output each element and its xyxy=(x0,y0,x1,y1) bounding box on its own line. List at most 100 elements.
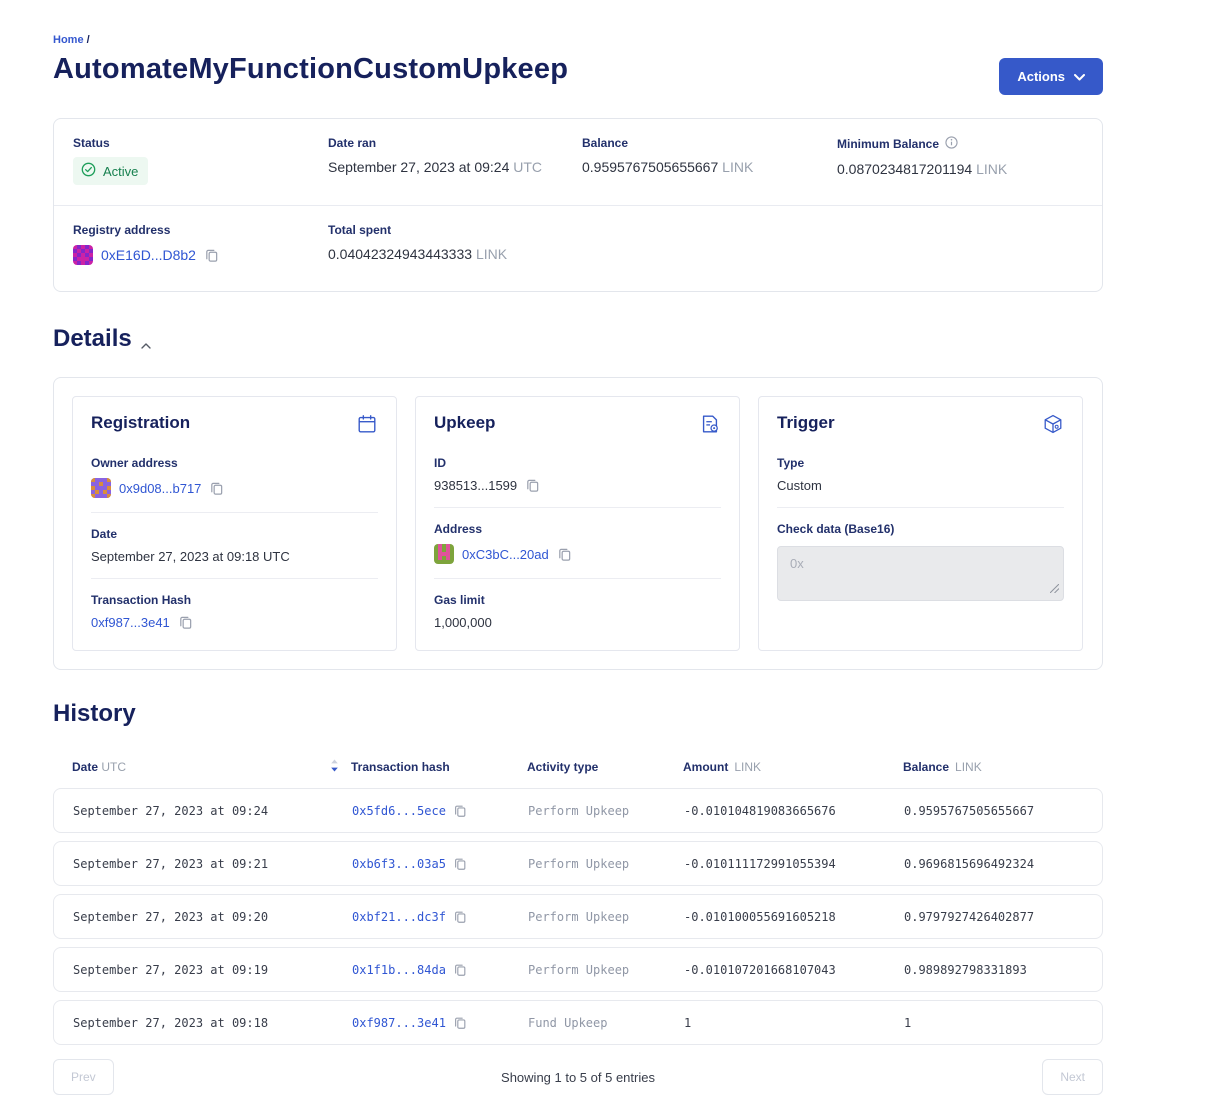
next-button[interactable]: Next xyxy=(1042,1059,1103,1095)
summary-card: Status Active Date ran September 27, 202… xyxy=(53,118,1103,292)
table-row: September 27, 2023 at 09:20 0xbf21...dc3… xyxy=(53,894,1103,939)
prev-button[interactable]: Prev xyxy=(53,1059,114,1095)
column-header-date[interactable]: Date UTC xyxy=(72,759,351,775)
calendar-icon xyxy=(356,413,378,440)
breadcrumb-separator: / xyxy=(87,34,90,46)
registry-address-row: 0xE16D...D8b2 xyxy=(73,245,328,265)
copy-icon[interactable] xyxy=(453,804,467,818)
balance-header-text: Balance xyxy=(903,760,949,774)
row-balance: 0.9797927426402877 xyxy=(904,910,1102,924)
table-row: September 27, 2023 at 09:24 0x5fd6...5ec… xyxy=(53,788,1103,833)
copy-icon[interactable] xyxy=(178,615,193,630)
upkeep-id-value: 938513...1599 xyxy=(434,478,517,493)
upkeep-title: Upkeep xyxy=(434,413,495,433)
copy-icon[interactable] xyxy=(525,478,540,493)
row-activity: Perform Upkeep xyxy=(528,804,684,818)
copy-icon[interactable] xyxy=(453,857,467,871)
owner-address-row: 0x9d08...b717 xyxy=(91,478,378,498)
registry-label: Registry address xyxy=(73,223,328,237)
column-header-amount[interactable]: Amount LINK xyxy=(683,760,903,774)
row-hash-link[interactable]: 0x1f1b...84da xyxy=(352,963,446,977)
min-balance-label-text: Minimum Balance xyxy=(837,137,939,151)
row-balance: 0.989892798331893 xyxy=(904,963,1102,977)
history-heading: History xyxy=(53,700,1103,728)
upkeep-address-label: Address xyxy=(434,522,721,536)
min-balance-value: 0.0870234817201194 LINK xyxy=(837,161,1083,177)
field-divider xyxy=(434,578,721,579)
copy-icon[interactable] xyxy=(557,547,572,562)
row-hash-link[interactable]: 0xbf21...dc3f xyxy=(352,910,446,924)
min-balance-amount: 0.0870234817201194 xyxy=(837,161,972,177)
trigger-type-value: Custom xyxy=(777,478,1064,493)
status-badge: Active xyxy=(73,157,148,185)
registration-card: Registration Owner address 0x9d08...b717… xyxy=(72,396,397,651)
row-activity: Fund Upkeep xyxy=(528,1016,684,1030)
table-row: September 27, 2023 at 09:21 0xb6f3...03a… xyxy=(53,841,1103,886)
registration-date-label: Date xyxy=(91,527,378,541)
copy-icon[interactable] xyxy=(453,963,467,977)
upkeep-blockie-icon xyxy=(434,544,454,564)
owner-blockie-icon xyxy=(91,478,111,498)
row-hash-link[interactable]: 0xb6f3...03a5 xyxy=(352,857,446,871)
row-amount: 1 xyxy=(684,1016,904,1030)
details-card: Registration Owner address 0x9d08...b717… xyxy=(53,377,1103,670)
row-balance: 0.9595767505655667 xyxy=(904,804,1102,818)
page-container: Home / AutomateMyFunctionCustomUpkeep Ac… xyxy=(0,0,1103,1115)
balance-value: 0.9595767505655667 LINK xyxy=(582,159,837,175)
row-activity: Perform Upkeep xyxy=(528,963,684,977)
info-icon[interactable] xyxy=(945,136,958,152)
gas-limit-value: 1,000,000 xyxy=(434,615,721,630)
collapse-caret-icon[interactable] xyxy=(141,328,151,356)
actions-button[interactable]: Actions xyxy=(999,58,1103,95)
sort-icon[interactable] xyxy=(330,759,339,775)
status-field: Status Active xyxy=(73,136,328,185)
breadcrumb-home-link[interactable]: Home xyxy=(53,34,84,46)
date-ran-label: Date ran xyxy=(328,136,582,150)
min-balance-label: Minimum Balance xyxy=(837,136,1083,152)
row-amount: -0.010107201668107043 xyxy=(684,963,904,977)
gas-limit-label: Gas limit xyxy=(434,593,721,607)
balance-header-suffix: LINK xyxy=(955,760,982,774)
owner-address-label: Owner address xyxy=(91,456,378,470)
date-header-suffix: UTC xyxy=(101,760,126,774)
copy-icon[interactable] xyxy=(209,481,224,496)
column-header-hash[interactable]: Transaction hash xyxy=(351,760,527,774)
transaction-hash-link[interactable]: 0xf987...3e41 xyxy=(91,615,170,630)
actions-button-label: Actions xyxy=(1017,69,1065,84)
history-footer: Prev Showing 1 to 5 of 5 entries Next xyxy=(53,1059,1103,1095)
copy-icon[interactable] xyxy=(204,248,219,263)
copy-icon[interactable] xyxy=(453,1016,467,1030)
min-balance-field: Minimum Balance 0.0870234817201194 LINK xyxy=(837,136,1083,185)
check-data-wrap xyxy=(777,546,1064,606)
chevron-down-icon xyxy=(1074,69,1085,84)
upkeep-card: Upkeep ID 938513...1599 Address 0xC3bC..… xyxy=(415,396,740,651)
row-balance: 1 xyxy=(904,1016,1102,1030)
row-hash-link[interactable]: 0x5fd6...5ece xyxy=(352,804,446,818)
owner-address-link[interactable]: 0x9d08...b717 xyxy=(119,481,201,496)
upkeep-address-row: 0xC3bC...20ad xyxy=(434,544,721,564)
page-title: AutomateMyFunctionCustomUpkeep xyxy=(53,53,568,86)
status-label: Status xyxy=(73,136,328,150)
history-heading-text: History xyxy=(53,700,136,728)
registry-field: Registry address 0xE16D...D8b2 xyxy=(73,223,328,265)
hash-header-text: Transaction hash xyxy=(351,760,450,774)
table-row: September 27, 2023 at 09:19 0x1f1b...84d… xyxy=(53,947,1103,992)
row-amount: -0.010111172991055394 xyxy=(684,857,904,871)
trigger-card: Trigger Type Custom Check data (Base16) xyxy=(758,396,1083,651)
date-ran-text: September 27, 2023 at 09:24 xyxy=(328,159,509,175)
total-spent-amount: 0.04042324943443333 xyxy=(328,246,472,262)
upkeep-address-link[interactable]: 0xC3bC...20ad xyxy=(462,547,549,562)
row-date: September 27, 2023 at 09:20 xyxy=(73,910,352,924)
status-badge-label: Active xyxy=(103,164,138,179)
showing-entries-text: Showing 1 to 5 of 5 entries xyxy=(114,1070,1043,1085)
registry-blockie-icon xyxy=(73,245,93,265)
row-hash-link[interactable]: 0xf987...3e41 xyxy=(352,1016,446,1030)
amount-header-suffix: LINK xyxy=(734,760,761,774)
balance-field: Balance 0.9595767505655667 LINK xyxy=(582,136,837,185)
column-header-balance[interactable]: Balance LINK xyxy=(903,760,1103,774)
copy-icon[interactable] xyxy=(453,910,467,924)
registry-address-link[interactable]: 0xE16D...D8b2 xyxy=(101,247,196,263)
check-data-textarea[interactable] xyxy=(777,546,1064,601)
column-header-activity[interactable]: Activity type xyxy=(527,760,683,774)
date-ran-value: September 27, 2023 at 09:24 UTC xyxy=(328,159,582,175)
